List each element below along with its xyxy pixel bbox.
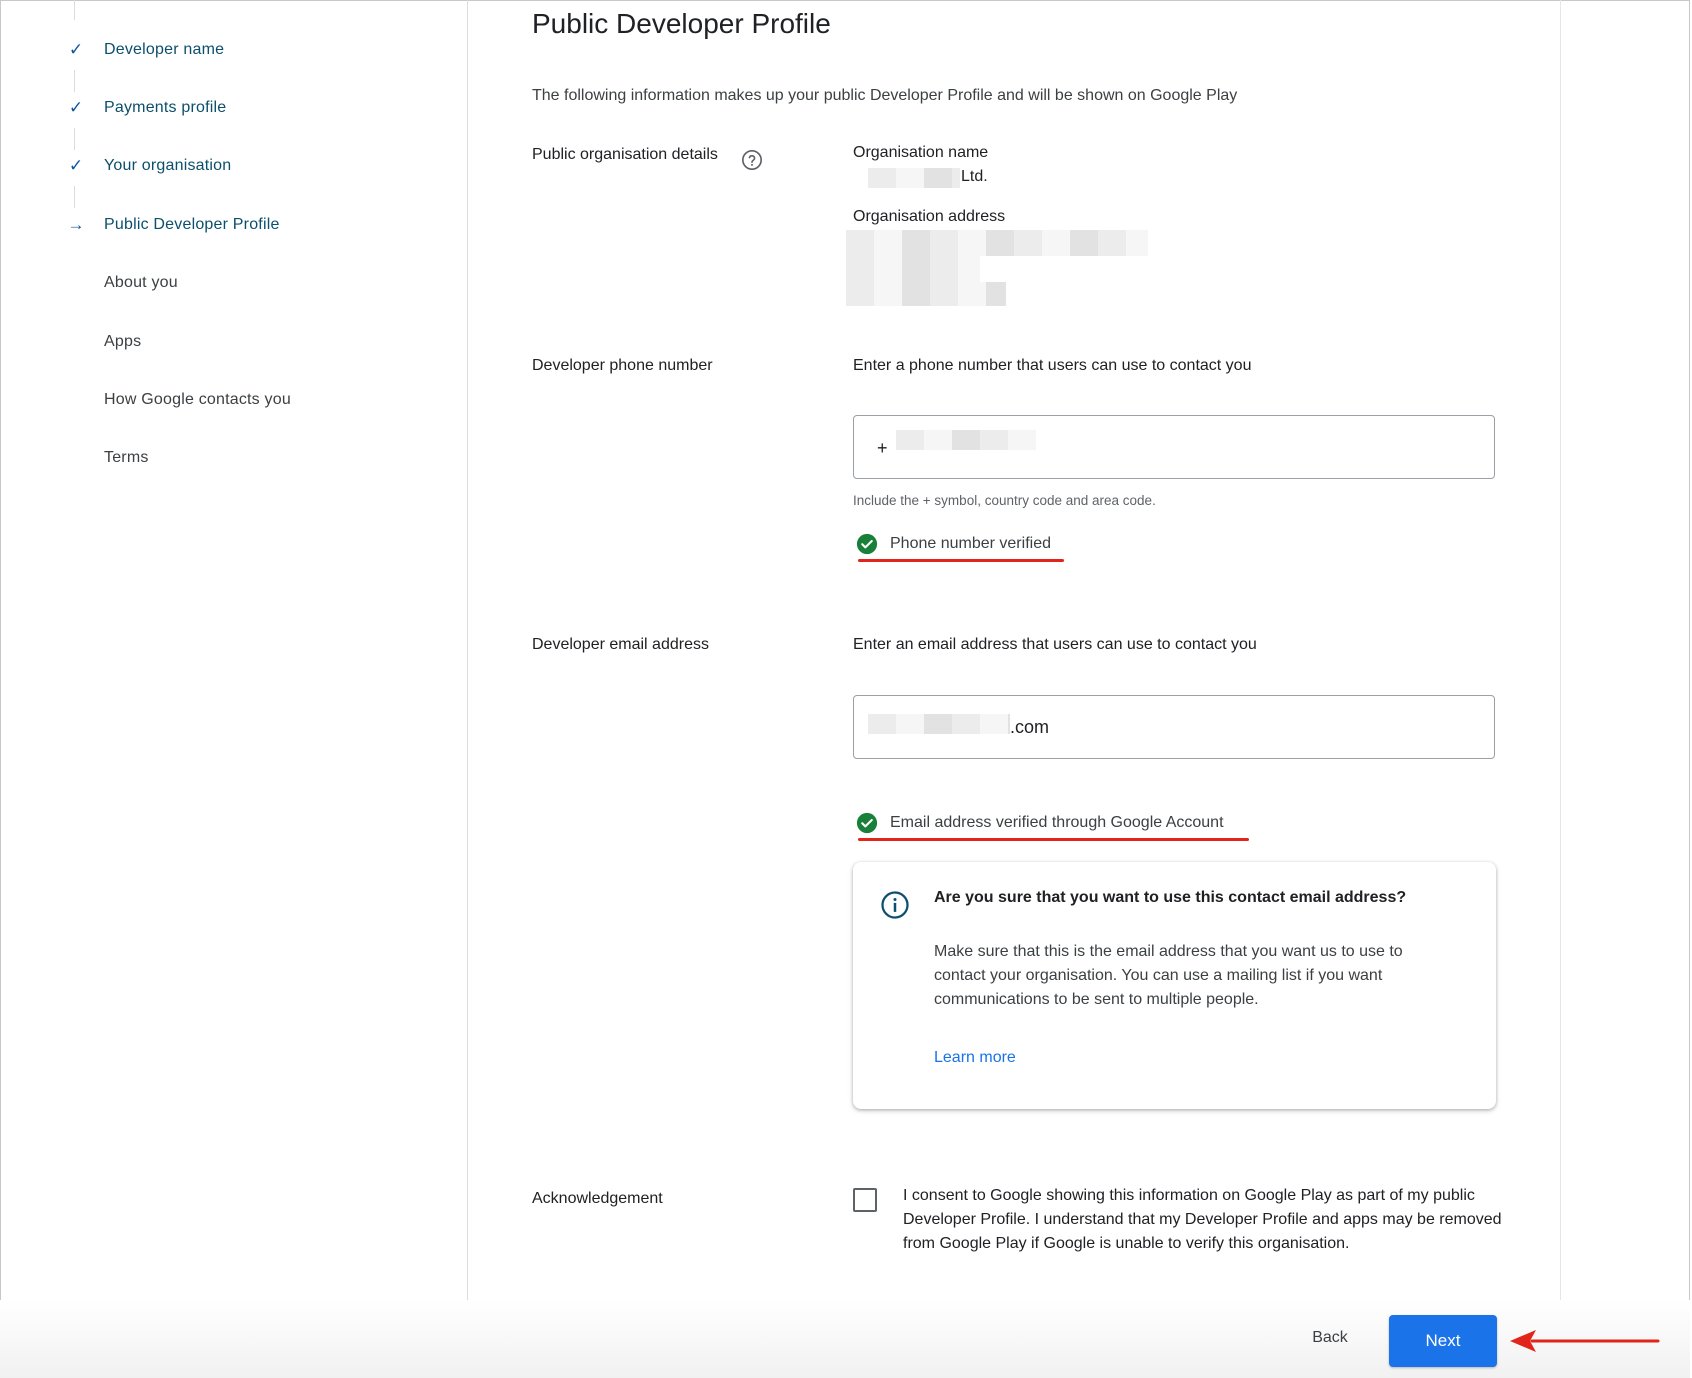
step-connector (74, 128, 75, 150)
phone-row-label: Developer phone number (532, 357, 713, 374)
check-circle-icon (856, 533, 878, 555)
email-verified-text: Email address verified through Google Ac… (890, 814, 1224, 831)
org-address-label: Organisation address (853, 208, 1006, 225)
phone-verified-status: Phone number verified (856, 533, 1051, 555)
redacted-phone-number (896, 430, 1036, 450)
email-input[interactable]: .com (853, 695, 1495, 759)
sidebar-step-payments-profile[interactable]: ✓ Payments profile (0, 93, 460, 123)
sidebar-step-label: Payments profile (104, 99, 227, 116)
phone-prefix: + (877, 438, 888, 458)
phone-verified-text: Phone number verified (890, 535, 1051, 552)
step-connector (74, 0, 75, 20)
sidebar-step-label: About you (104, 274, 178, 291)
back-button[interactable]: Back (1300, 1318, 1360, 1358)
redacted-address-line (846, 282, 1006, 306)
email-confirmation-card: Are you sure that you want to use this c… (853, 862, 1496, 1109)
org-name-value: Ltd. (961, 168, 988, 185)
check-circle-icon (856, 812, 878, 834)
annotation-underline (858, 559, 1064, 562)
email-row-label: Developer email address (532, 636, 709, 653)
email-verified-status: Email address verified through Google Ac… (856, 812, 1224, 834)
arrow-right-icon: → (67, 215, 85, 234)
card-title: Are you sure that you want to use this c… (934, 889, 1407, 906)
redacted-org-name (868, 168, 960, 188)
sidebar-step-terms[interactable]: Terms (0, 443, 460, 473)
redacted-address-line (846, 256, 980, 282)
next-button[interactable]: Next (1389, 1315, 1497, 1367)
panel-divider (1560, 0, 1561, 1378)
learn-more-link[interactable]: Learn more (934, 1049, 1016, 1067)
info-icon (881, 891, 909, 919)
sidebar-step-apps[interactable]: Apps (0, 327, 460, 357)
phone-input[interactable]: + (853, 415, 1495, 479)
annotation-underline (858, 838, 1249, 841)
step-connector (74, 70, 75, 92)
sidebar-step-label: Apps (104, 333, 142, 350)
sidebar-step-label: How Google contacts you (104, 391, 291, 408)
check-icon: ✓ (68, 156, 84, 175)
page-title: Public Developer Profile (532, 8, 831, 39)
sidebar-step-label: Public Developer Profile (104, 216, 280, 233)
phone-hint: Include the + symbol, country code and a… (853, 493, 1156, 508)
sidebar: ✓ Developer name ✓ Payments profile ✓ Yo… (0, 0, 468, 1378)
sidebar-step-developer-name[interactable]: ✓ Developer name (0, 35, 460, 65)
check-icon: ✓ (68, 40, 84, 59)
sidebar-step-about-you[interactable]: About you (0, 268, 460, 298)
help-icon[interactable] (741, 149, 763, 171)
check-icon: ✓ (68, 98, 84, 117)
sidebar-step-label: Developer name (104, 41, 225, 58)
card-body: Make sure that this is the email address… (934, 943, 1403, 1008)
sidebar-step-public-developer-profile[interactable]: → Public Developer Profile (0, 210, 460, 240)
annotation-arrow-icon (1510, 1330, 1660, 1352)
org-name-label: Organisation name (853, 144, 989, 161)
email-prompt: Enter an email address that users can us… (853, 636, 1257, 653)
page-intro: The following information makes up your … (532, 87, 1238, 104)
phone-prompt: Enter a phone number that users can use … (853, 357, 1252, 374)
sidebar-step-how-google-contacts-you[interactable]: How Google contacts you (0, 385, 460, 415)
redacted-address-line (846, 230, 1148, 256)
sidebar-step-label: Your organisation (104, 157, 232, 174)
redacted-email (868, 714, 1010, 734)
step-connector (74, 186, 75, 208)
acknowledgement-label: Acknowledgement (532, 1190, 663, 1207)
email-suffix: .com (1010, 717, 1050, 737)
consent-checkbox[interactable] (853, 1188, 877, 1212)
org-details-label: Public organisation details (532, 146, 718, 163)
sidebar-step-your-organisation[interactable]: ✓ Your organisation (0, 151, 460, 181)
sidebar-step-label: Terms (104, 449, 149, 466)
consent-text: I consent to Google showing this informa… (903, 1187, 1502, 1252)
